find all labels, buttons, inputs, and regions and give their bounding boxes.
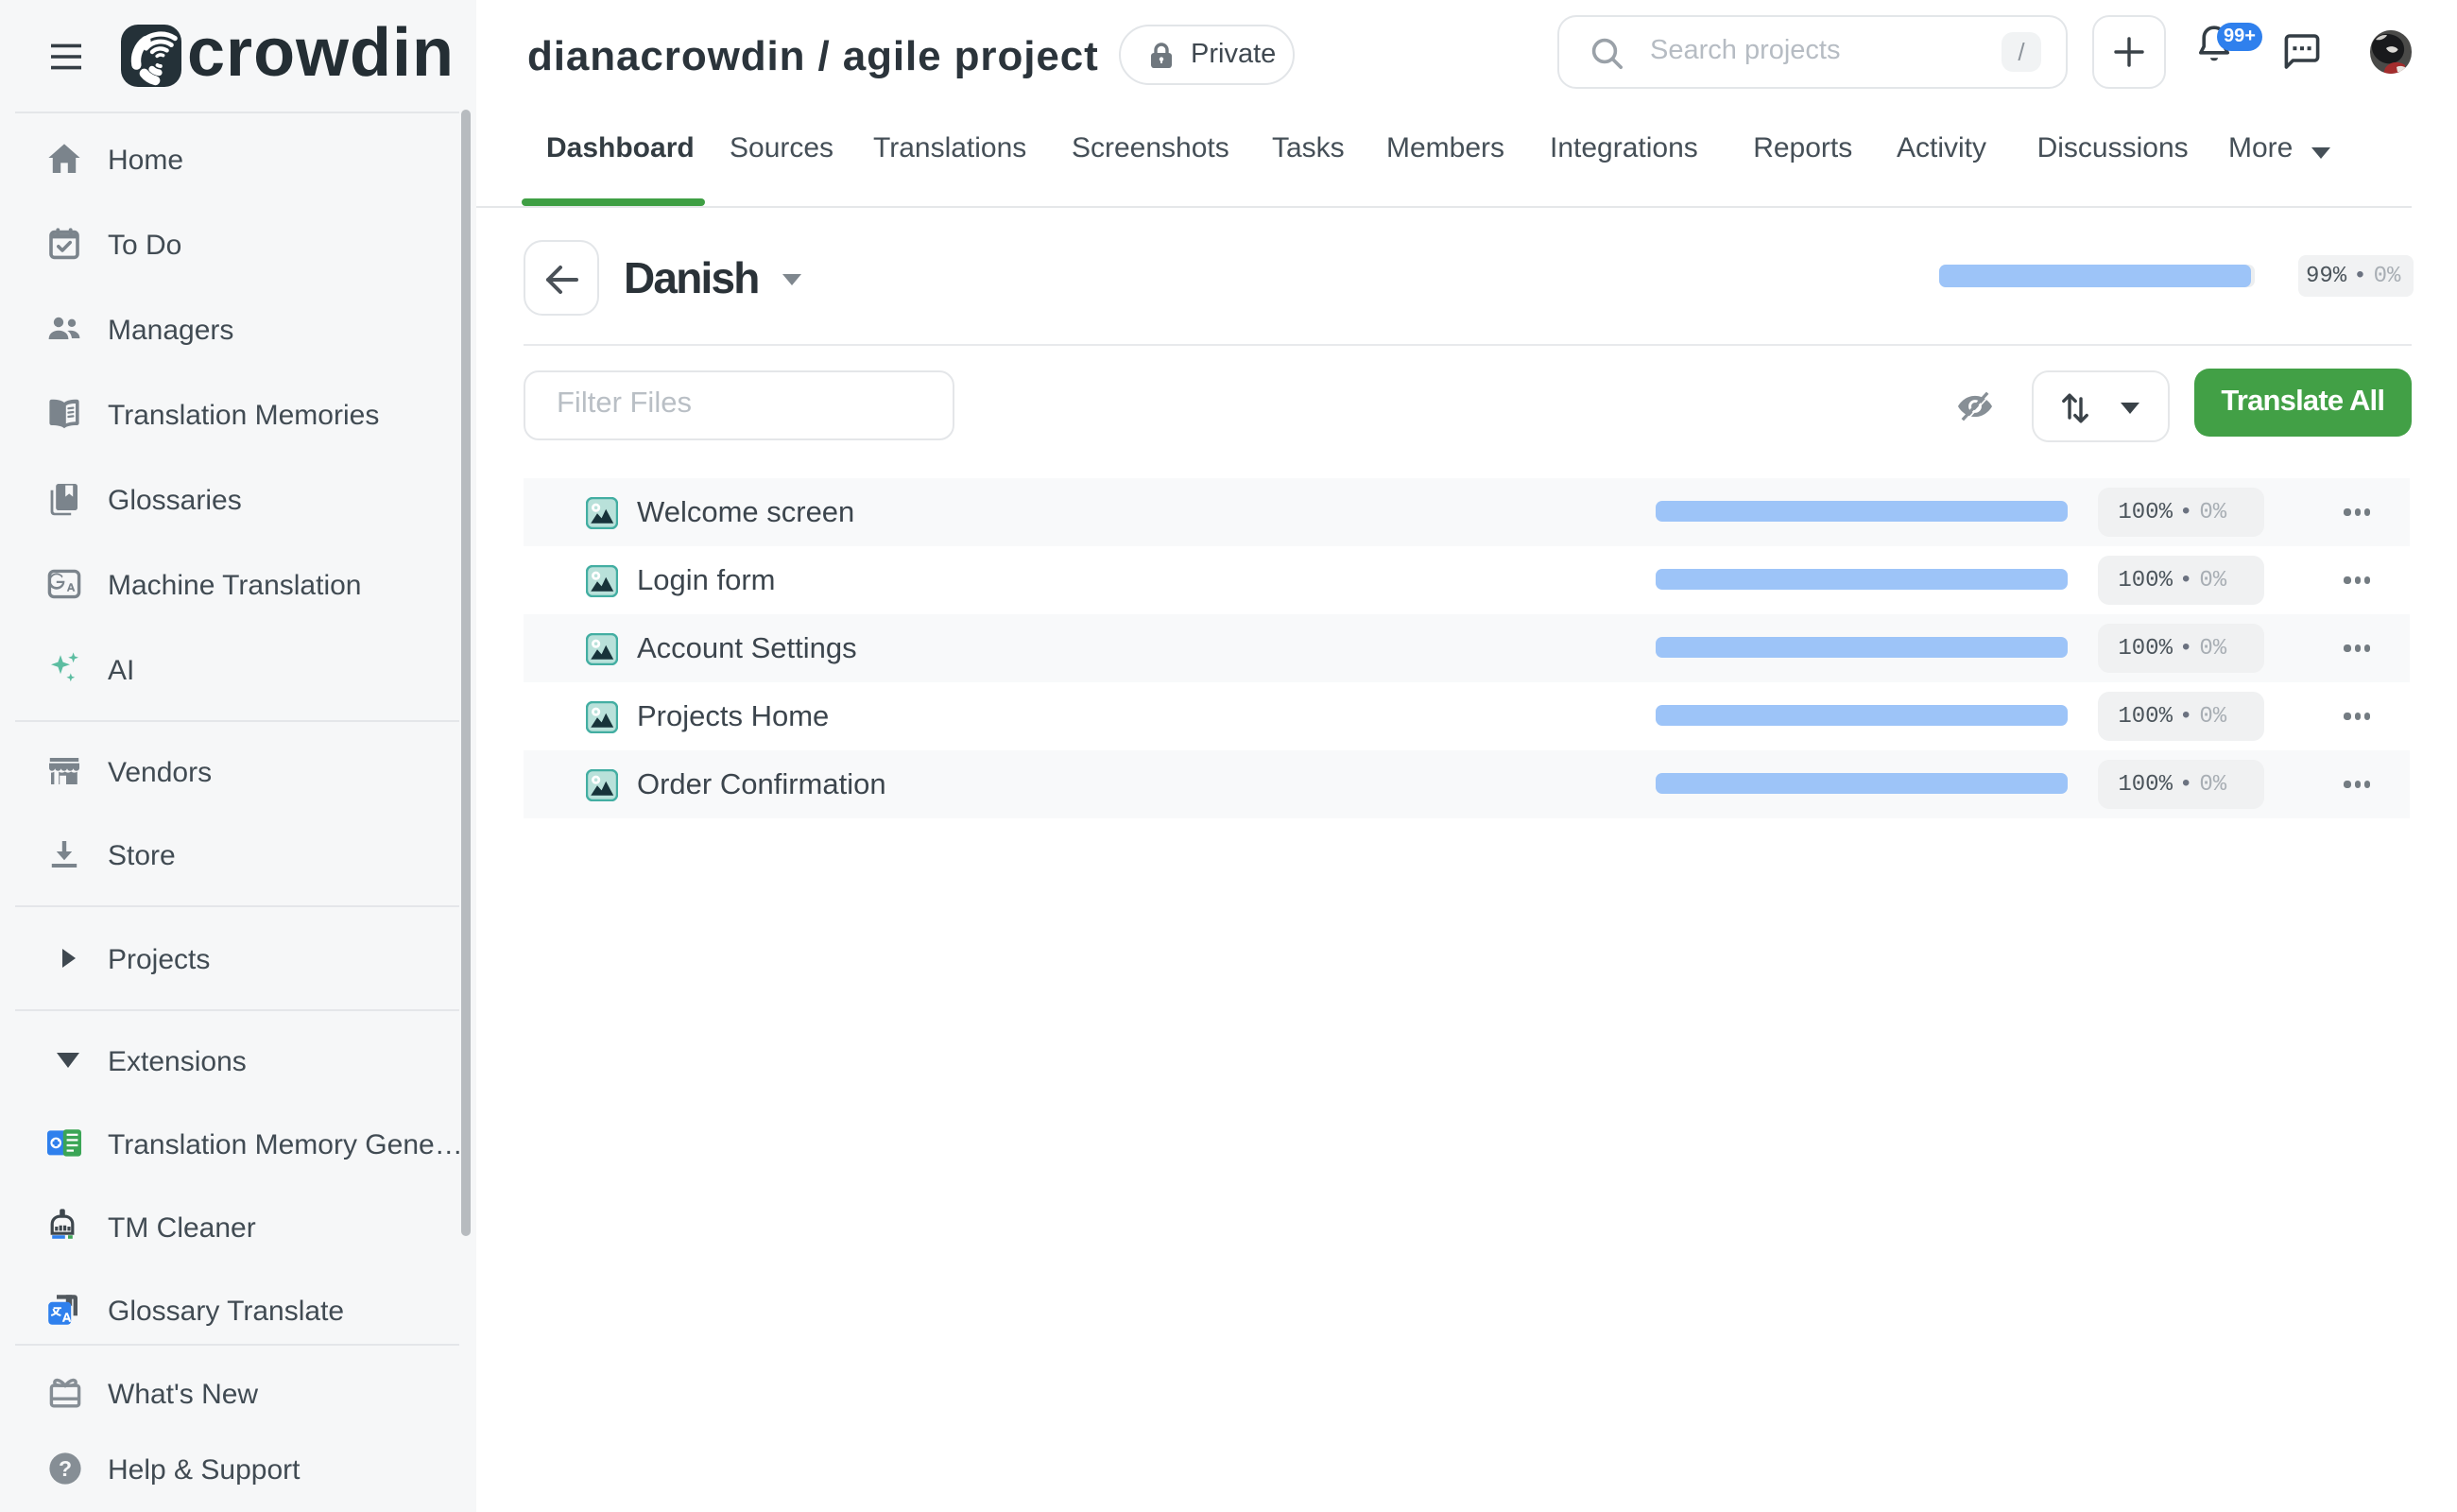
svg-text:?: ? — [59, 1456, 72, 1481]
